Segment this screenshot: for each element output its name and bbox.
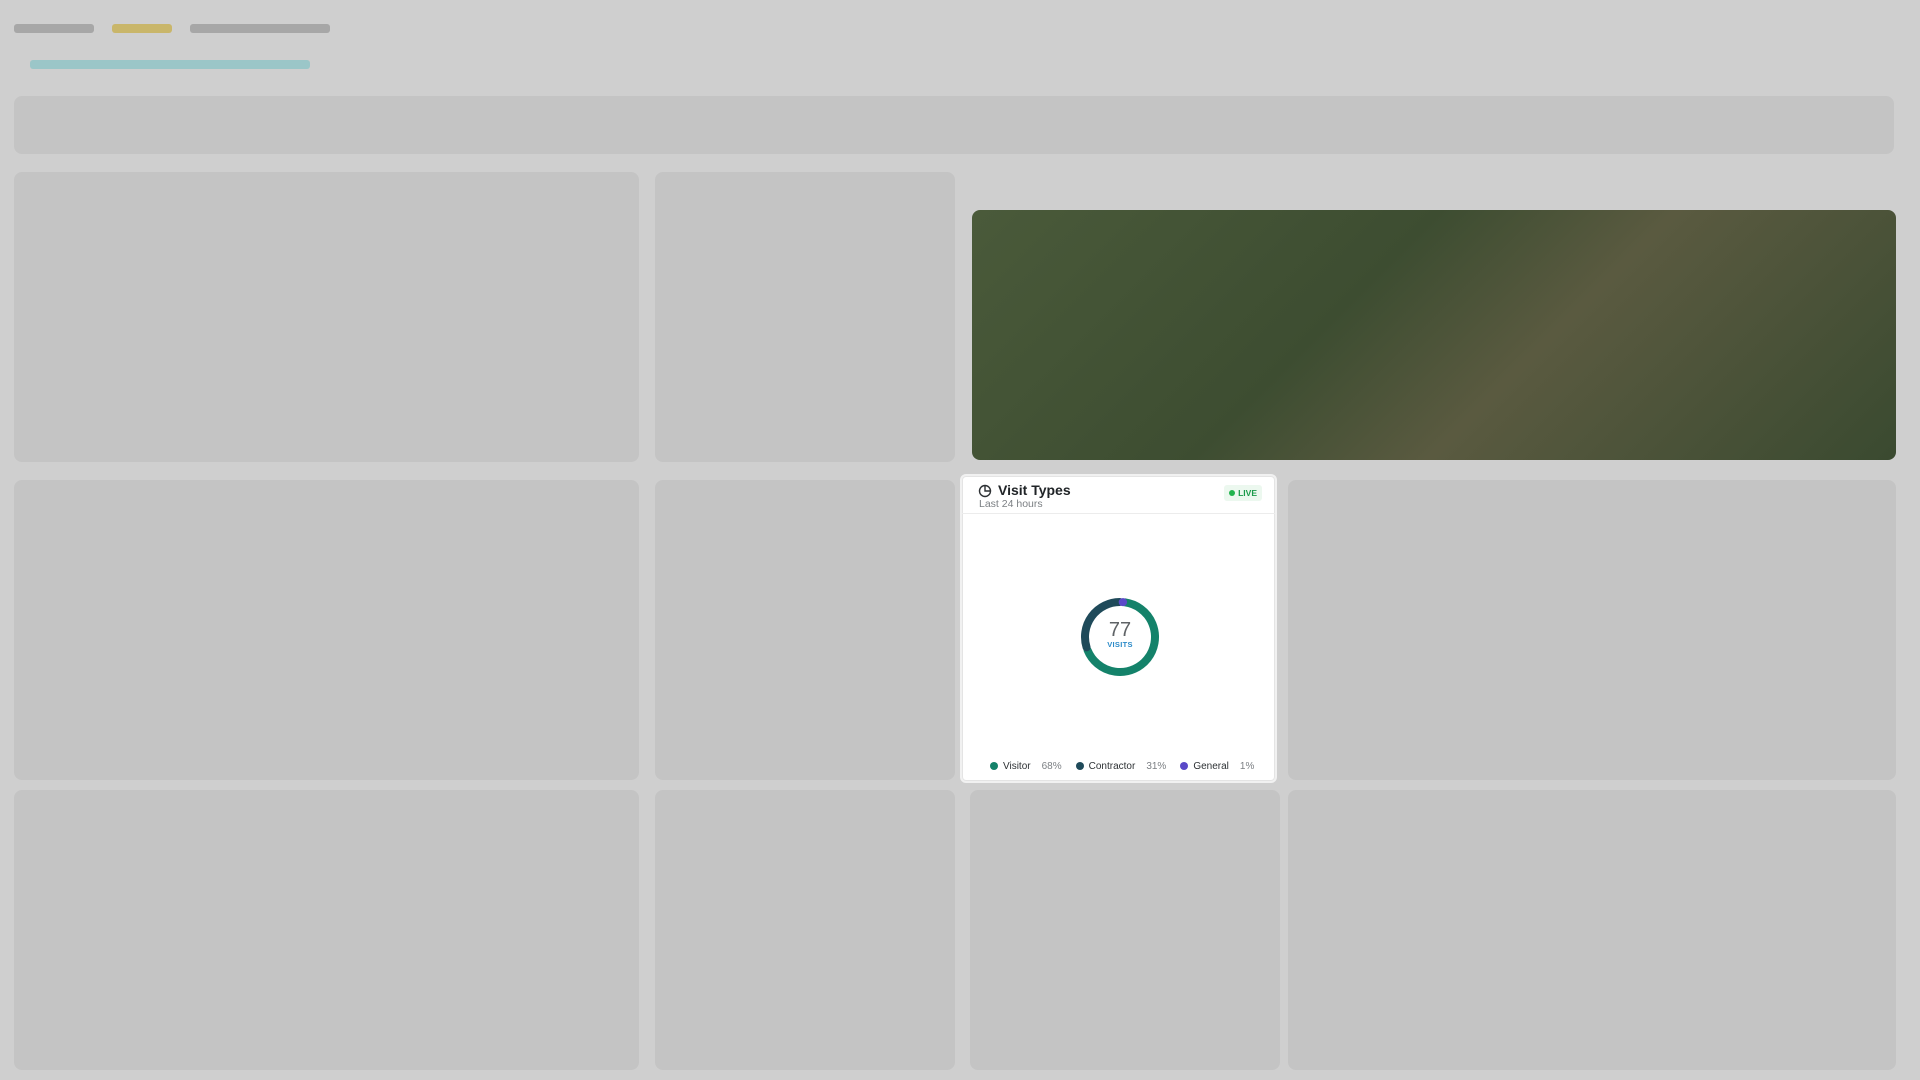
visit-types-donut-chart: 77 VISITS — [1080, 597, 1160, 677]
card-subtitle: Last 24 hours — [979, 498, 1043, 510]
visit-types-card: Visit Types Last 24 hours LIVE 77 VISITS… — [960, 474, 1277, 783]
contractor-color-dot — [1075, 762, 1084, 770]
legend-label: Contractor — [1088, 760, 1136, 772]
legend-item-contractor[interactable]: Contractor 31% — [1075, 760, 1167, 772]
live-indicator-icon — [1229, 490, 1236, 496]
legend-label: General — [1193, 760, 1229, 772]
total-visits-value: 77 — [1108, 619, 1132, 641]
chart-legend: Visitor 68% Contractor 31% General 1% — [990, 759, 1254, 773]
legend-label: Visitor — [1003, 760, 1031, 772]
card-title: Visit Types — [998, 482, 1071, 498]
legend-item-visitor[interactable]: Visitor 68% — [990, 761, 1062, 772]
pie-chart-icon — [978, 484, 992, 498]
total-visits-label: VISITS — [1107, 640, 1133, 649]
legend-item-general[interactable]: General 1% — [1180, 761, 1254, 772]
general-color-dot — [1180, 762, 1189, 770]
legend-percent: 31% — [1146, 760, 1167, 772]
live-label: LIVE — [1238, 488, 1257, 498]
legend-percent: 1% — [1239, 760, 1255, 772]
visitor-color-dot — [990, 762, 998, 770]
card-header: Visit Types Last 24 hours LIVE — [962, 476, 1275, 514]
live-badge: LIVE — [1224, 485, 1262, 501]
legend-percent: 68% — [1041, 760, 1062, 772]
